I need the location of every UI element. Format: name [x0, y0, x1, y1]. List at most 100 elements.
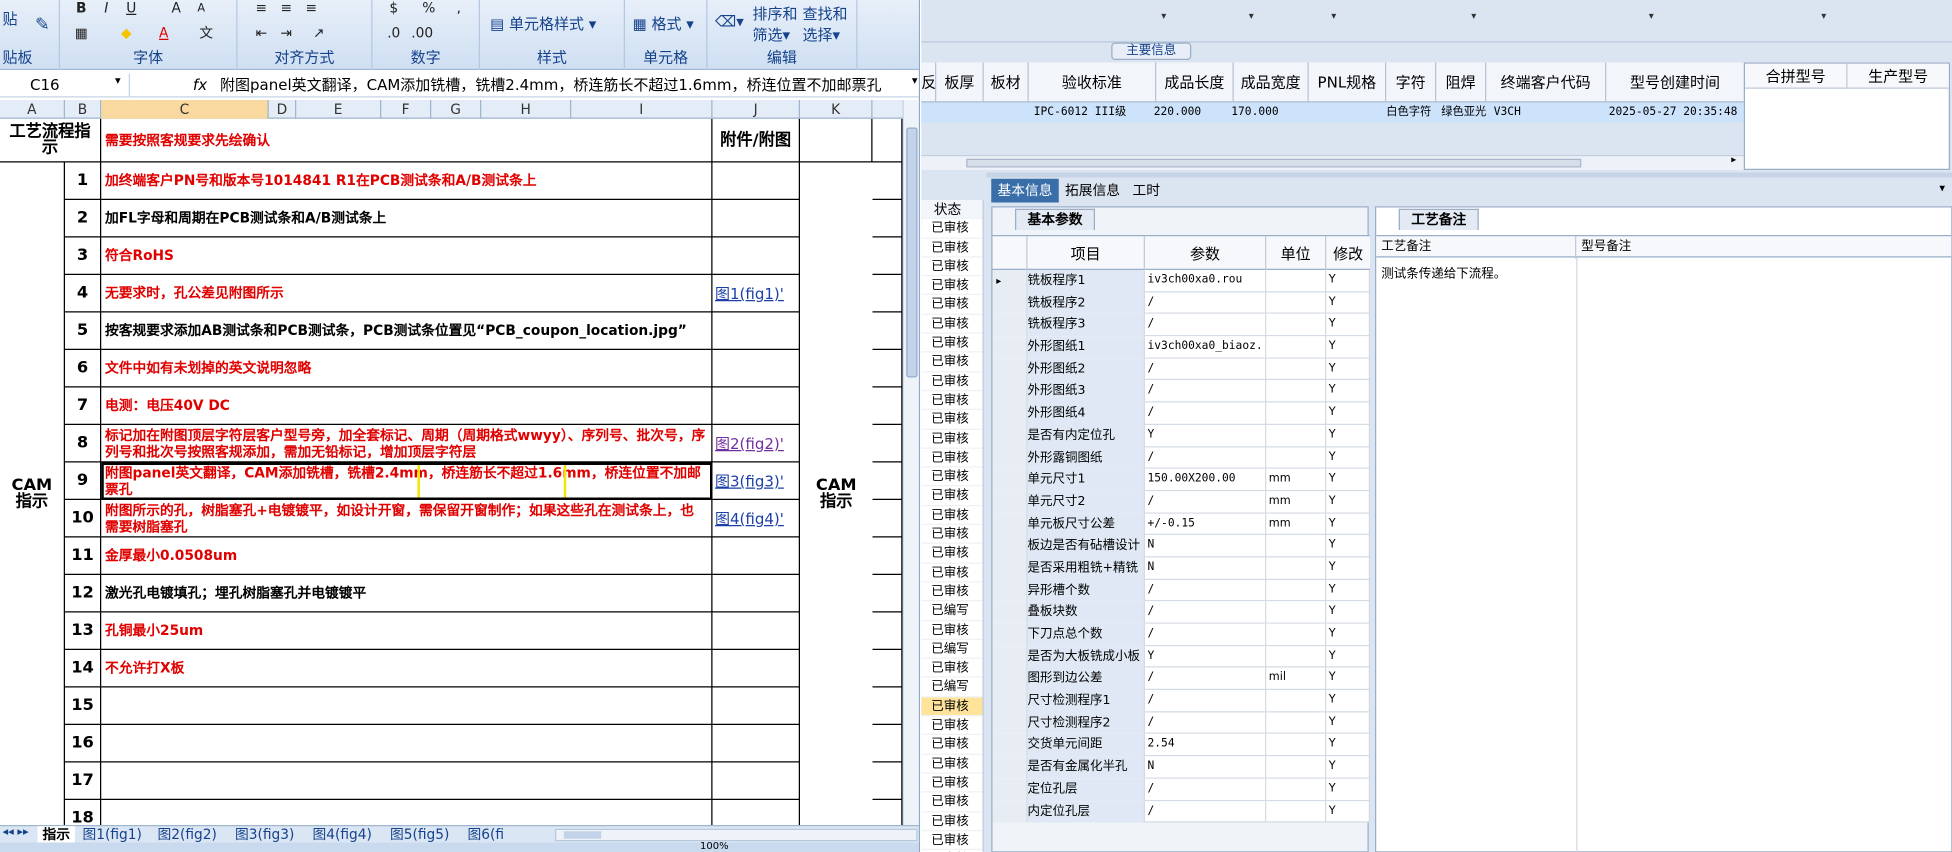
param-row[interactable]: 铣板程序2/ Y: [992, 292, 1370, 315]
status-cell[interactable]: 已审核: [921, 410, 983, 430]
instruction-cell[interactable]: 激光孔电镀填孔；埋孔树脂塞孔并电镀镀平: [101, 575, 713, 613]
instruction-cell[interactable]: [101, 725, 713, 763]
param-row[interactable]: 板边是否有砧槽设计 N Y: [992, 535, 1370, 558]
col-l-cell[interactable]: [872, 162, 903, 200]
name-box[interactable]: C16: [0, 73, 130, 97]
param-modify[interactable]: Y: [1326, 292, 1370, 315]
param-value[interactable]: Y: [1145, 645, 1267, 668]
tab-basic-params[interactable]: 基本参数: [1015, 208, 1095, 230]
param-unit[interactable]: [1266, 424, 1327, 447]
param-row[interactable]: 单元尺寸2/mm Y: [992, 491, 1370, 514]
status-cell[interactable]: 已审核: [921, 449, 983, 468]
param-value[interactable]: /: [1145, 623, 1267, 646]
param-modify[interactable]: Y: [1326, 270, 1370, 293]
param-unit[interactable]: [1266, 645, 1327, 668]
status-cell[interactable]: 已审核: [921, 468, 983, 487]
bold-button[interactable]: B: [70, 0, 93, 18]
param-modify[interactable]: Y: [1326, 800, 1370, 823]
instruction-cell[interactable]: 无要求时，孔公差见附图所示: [101, 275, 713, 313]
status-cell[interactable]: 已审核: [921, 697, 983, 717]
param-unit[interactable]: mm: [1266, 491, 1327, 514]
col-l-cell[interactable]: [872, 312, 903, 350]
status-cell[interactable]: 已审核: [921, 563, 983, 583]
status-cell[interactable]: 已审核: [921, 621, 983, 640]
param-row[interactable]: 外形图纸2/ Y: [992, 358, 1370, 381]
param-row[interactable]: ▸ 铣板程序1 iv3ch00xa0.rou Y: [992, 270, 1370, 293]
grow-font-button[interactable]: A: [165, 0, 188, 18]
param-unit[interactable]: [1266, 535, 1327, 558]
param-unit[interactable]: [1266, 336, 1327, 359]
param-unit[interactable]: [1266, 712, 1327, 735]
param-unit[interactable]: [1266, 292, 1327, 315]
param-modify[interactable]: Y: [1326, 424, 1370, 447]
attachment-link[interactable]: 图4(fig4)': [712, 500, 800, 538]
col-l-cell[interactable]: [872, 500, 903, 538]
tab-work-hours[interactable]: 工时: [1126, 179, 1166, 203]
vertical-scrollbar[interactable]: [902, 100, 919, 825]
status-cell[interactable]: 已审核: [921, 831, 983, 851]
status-cell[interactable]: 已审核: [921, 716, 983, 736]
dropdown-icon[interactable]: ▾: [1471, 10, 1476, 21]
format-button[interactable]: ▦ 格式 ▾: [633, 13, 694, 34]
instruction-cell[interactable]: 金厚最小0.0508um: [101, 537, 713, 575]
status-cell[interactable]: 已审核: [921, 257, 983, 277]
formula-input[interactable]: 附图panel英文翻译，CAM添加铣槽，铣槽2.4mm，桥连筋长不超过1.6mm…: [220, 73, 903, 98]
process-note-text[interactable]: 测试条传递给下流程。: [1381, 263, 1506, 282]
param-unit[interactable]: [1266, 446, 1327, 469]
align-right-icon[interactable]: ≡: [300, 0, 323, 18]
status-cell[interactable]: 已审核: [921, 735, 983, 755]
param-row[interactable]: 定位孔层 / Y: [992, 778, 1370, 801]
col-l-cell[interactable]: [872, 575, 903, 613]
col-l-cell[interactable]: [872, 687, 903, 725]
param-value[interactable]: 150.00X200.00: [1145, 468, 1267, 492]
instruction-cell[interactable]: 附图所示的孔，树脂塞孔+电镀镀平，如设计开窗，需保留开窗制作；如果这些孔在测试条…: [101, 500, 713, 538]
param-row[interactable]: 尺寸检测程序1/ Y: [992, 690, 1370, 713]
status-cell[interactable]: 已审核: [921, 793, 983, 812]
param-value[interactable]: N: [1145, 557, 1267, 580]
col-d[interactable]: D: [269, 100, 297, 119]
param-unit[interactable]: [1266, 800, 1327, 823]
param-unit[interactable]: [1266, 756, 1327, 779]
param-value[interactable]: N: [1145, 535, 1267, 558]
col-l-cell[interactable]: [872, 462, 903, 500]
status-cell[interactable]: 已审核: [921, 487, 983, 506]
param-row[interactable]: 外形图纸1 iv3ch00xa0_biaoz... Y: [992, 336, 1370, 359]
param-unit[interactable]: [1266, 380, 1327, 403]
status-cell[interactable]: 已审核: [921, 238, 983, 258]
sheet-tab[interactable]: 图6(fi: [463, 826, 510, 844]
status-cell[interactable]: 已审核: [921, 429, 983, 449]
param-modify[interactable]: Y: [1326, 756, 1370, 779]
col-a[interactable]: A: [0, 100, 65, 119]
format-painter-icon[interactable]: ✎: [35, 15, 50, 35]
panel-dropdown-icon[interactable]: ▾: [1939, 183, 1945, 196]
param-modify[interactable]: Y: [1326, 690, 1370, 713]
status-cell[interactable]: 已审核: [921, 525, 983, 545]
status-cell[interactable]: 已审核: [921, 659, 983, 679]
tab-basic-info[interactable]: 基本信息: [991, 178, 1059, 203]
param-row[interactable]: 尺寸检测程序2/ Y: [992, 712, 1370, 735]
param-modify[interactable]: Y: [1326, 336, 1370, 359]
param-value[interactable]: /: [1145, 314, 1267, 337]
param-row[interactable]: 下刀点总个数 / Y: [992, 623, 1370, 646]
param-modify[interactable]: Y: [1326, 734, 1370, 757]
status-cell[interactable]: 已编写: [921, 602, 983, 621]
param-value[interactable]: /: [1145, 778, 1267, 801]
param-modify[interactable]: Y: [1326, 557, 1370, 580]
param-value[interactable]: /: [1145, 292, 1267, 315]
param-modify[interactable]: Y: [1326, 579, 1370, 602]
col-l-cell[interactable]: [872, 425, 903, 463]
param-value[interactable]: 2.54: [1145, 734, 1267, 757]
param-modify[interactable]: Y: [1326, 535, 1370, 558]
status-cell[interactable]: 已编写: [921, 678, 983, 698]
increase-indent-icon[interactable]: ⇥: [275, 23, 298, 43]
param-unit[interactable]: [1266, 314, 1327, 337]
param-row[interactable]: 铣板程序3/ Y: [992, 314, 1370, 337]
param-value[interactable]: /: [1145, 667, 1267, 691]
param-value[interactable]: /: [1145, 402, 1267, 425]
param-modify[interactable]: Y: [1326, 645, 1370, 668]
instruction-cell[interactable]: 标记加在附图顶层字符层客户型号旁，加全套标记、周期（周期格式wwyy）、序列号、…: [101, 425, 713, 463]
col-k[interactable]: K: [800, 100, 873, 119]
param-value[interactable]: /: [1145, 358, 1267, 381]
param-modify[interactable]: Y: [1326, 402, 1370, 425]
clear-icon[interactable]: ⌫▾: [715, 13, 744, 31]
